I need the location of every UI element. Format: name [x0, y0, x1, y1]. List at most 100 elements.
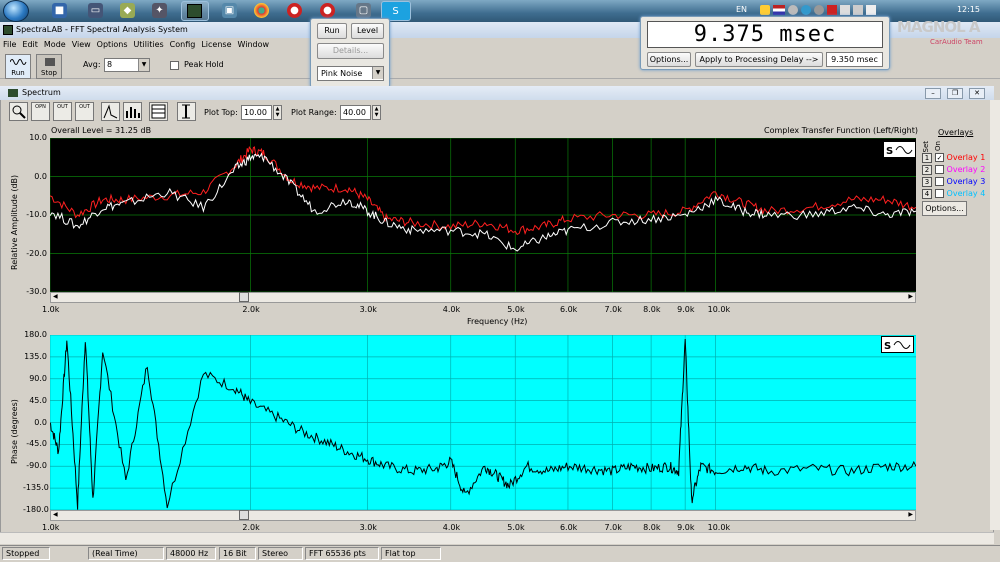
menu-utilities[interactable]: Utilities	[131, 38, 167, 51]
taskbar-spectralab-task[interactable]	[181, 1, 209, 21]
chevron-down-icon[interactable]: ▼	[138, 59, 149, 71]
x-tick-label: 3.0k	[359, 523, 377, 532]
restore-button[interactable]: ❐	[947, 88, 963, 99]
volume-icon[interactable]	[866, 5, 876, 15]
apply-processing-delay-button[interactable]: Apply to Processing Delay -->	[695, 52, 823, 67]
overlay-set-button[interactable]: 1	[922, 153, 932, 163]
chrome-icon[interactable]	[254, 3, 269, 18]
tray-icon[interactable]	[788, 5, 798, 15]
horizontal-scrollbar[interactable]	[0, 532, 994, 544]
x-tick-label: 6.0k	[559, 305, 578, 314]
record-icon[interactable]: ●	[287, 3, 302, 18]
menu-view[interactable]: View	[69, 38, 94, 51]
overlay-row[interactable]: 2 Overlay 2	[922, 165, 985, 176]
folder-icon[interactable]: ◆	[120, 3, 135, 18]
y-tick-label: 90.0	[29, 373, 47, 383]
clock[interactable]: 12:15	[957, 5, 980, 14]
menu-mode[interactable]: Mode	[41, 38, 69, 51]
zoom-button[interactable]	[9, 102, 28, 121]
menu-config[interactable]: Config	[167, 38, 199, 51]
level-button[interactable]: Level	[351, 23, 384, 39]
menu-window[interactable]: Window	[235, 38, 273, 51]
action-center-icon[interactable]	[840, 5, 850, 15]
app-icon[interactable]: ▣	[222, 3, 237, 18]
network-icon[interactable]	[853, 5, 863, 15]
plot-top-spinner[interactable]: ▲ ▼	[273, 105, 282, 120]
bar-graph-button[interactable]	[123, 102, 142, 121]
line-graph-button[interactable]	[101, 102, 120, 121]
overlay-checkbox[interactable]	[935, 189, 944, 198]
scroll-right-icon[interactable]: ▶	[908, 293, 913, 300]
menu-file[interactable]: File	[0, 38, 19, 51]
overlay-row[interactable]: 3 Overlay 3	[922, 177, 985, 188]
spectrum-title-bar	[0, 86, 994, 100]
x-tick-label: 1.0k	[42, 523, 60, 532]
menu-license[interactable]: License	[198, 38, 234, 51]
output-button-2[interactable]: OUT	[75, 102, 94, 121]
flag-icon[interactable]	[773, 5, 785, 15]
avg-select[interactable]: 8 ▼	[104, 58, 150, 72]
tray-icon[interactable]	[760, 5, 770, 15]
phase-plot[interactable]	[50, 335, 916, 510]
ati-icon[interactable]	[827, 5, 837, 15]
plot-range-spinner[interactable]: ▲ ▼	[372, 105, 381, 120]
windows-start-orb-icon[interactable]	[3, 0, 29, 22]
overlay-checkbox[interactable]	[935, 177, 944, 186]
delay-value-field[interactable]: 9.350 msec	[826, 52, 883, 67]
menu-edit[interactable]: Edit	[19, 38, 41, 51]
run-button[interactable]: Run	[5, 54, 31, 79]
tray-icon[interactable]	[801, 5, 811, 15]
output-button[interactable]: OUT	[53, 102, 72, 121]
spectralab-icon[interactable]: ■	[52, 3, 67, 18]
amplitude-plot[interactable]	[50, 138, 916, 292]
scroll-right-icon[interactable]: ▶	[908, 511, 913, 518]
trace-mode-icon[interactable]: S	[881, 336, 914, 353]
y-tick-label: 10.0	[29, 133, 47, 142]
scroll-left-icon[interactable]: ◀	[53, 293, 58, 300]
plot-range-input[interactable]: 40.00	[340, 105, 371, 120]
monitor-icon[interactable]: ▭	[88, 3, 103, 18]
scroll-thumb[interactable]	[239, 510, 249, 520]
scroll-thumb[interactable]	[239, 292, 249, 302]
overlay-set-button[interactable]: 2	[922, 165, 932, 175]
open-overlay-button[interactable]: OPN	[31, 102, 50, 121]
close-button[interactable]: ✕	[969, 88, 985, 99]
cursor-button[interactable]	[177, 102, 196, 121]
run-panel-run-button[interactable]: Run	[317, 23, 347, 39]
overlay-set-button[interactable]: 3	[922, 177, 932, 187]
amplitude-scrollbar[interactable]: ◀ ▶	[50, 292, 916, 303]
overlay-checkbox[interactable]: ✓	[935, 153, 944, 162]
scroll-left-icon[interactable]: ◀	[53, 511, 58, 518]
vertical-scrollbar[interactable]	[990, 100, 1000, 530]
overlay-options-button[interactable]: Options...	[922, 201, 967, 216]
y-tick-label: 135.0	[24, 351, 47, 361]
table-view-button[interactable]	[149, 102, 168, 121]
avg-label: Avg:	[83, 60, 101, 69]
menu-options[interactable]: Options	[94, 38, 131, 51]
trace-mode-icon[interactable]: S	[883, 141, 916, 158]
overlay-row[interactable]: 4 Overlay 4	[922, 189, 985, 200]
language-indicator[interactable]: EN	[736, 5, 747, 14]
tray-icon[interactable]	[814, 5, 824, 15]
spectralab-icon[interactable]	[3, 25, 13, 35]
details-button[interactable]: Details...	[317, 43, 384, 59]
stop-button[interactable]: Stop	[36, 54, 62, 79]
window-icon[interactable]: ▢	[356, 3, 371, 18]
minimize-button[interactable]: –	[925, 88, 941, 99]
skype-icon: S	[392, 6, 399, 17]
gear-icon[interactable]: ✦	[152, 3, 167, 18]
chevron-down-icon[interactable]: ▼	[372, 67, 383, 79]
overlay-checkbox[interactable]	[935, 165, 944, 174]
overlay-set-button[interactable]: 4	[922, 189, 932, 199]
frequency-xlabel: Frequency (Hz)	[467, 317, 528, 326]
phase-scrollbar[interactable]: ◀ ▶	[50, 510, 916, 521]
peak-hold-checkbox[interactable]	[170, 61, 179, 70]
noise-type-select[interactable]: Pink Noise ▼	[317, 66, 384, 81]
stop-icon	[45, 58, 55, 66]
overlay-row[interactable]: 1 ✓ Overlay 1	[922, 153, 985, 164]
record-icon[interactable]: ●	[320, 3, 335, 18]
x-tick-label: 7.0k	[604, 305, 622, 314]
delay-finder-panel: 9.375 msec Options... Apply to Processin…	[640, 16, 890, 70]
plot-top-input[interactable]: 10.00	[241, 105, 272, 120]
delay-options-button[interactable]: Options...	[647, 52, 691, 67]
